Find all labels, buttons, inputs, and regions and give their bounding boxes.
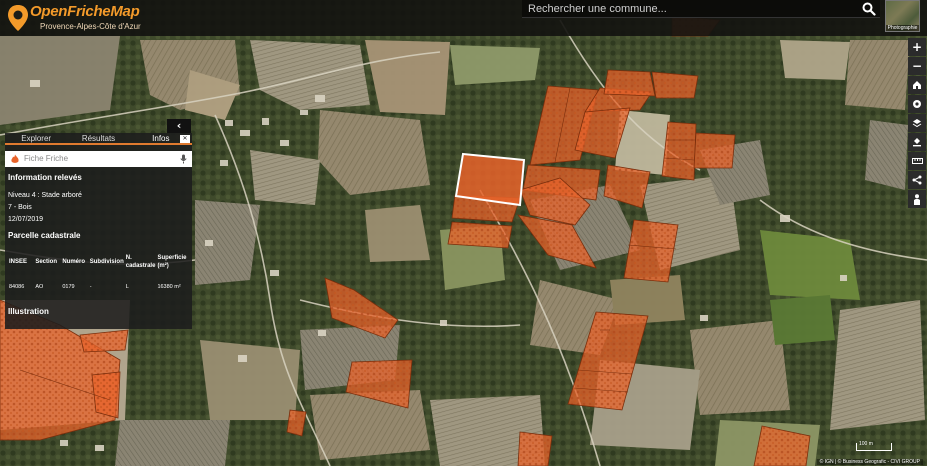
fiche-friche-label: Fiche Friche bbox=[24, 154, 69, 163]
scale-label: 100 m bbox=[859, 441, 873, 447]
street-view-button[interactable] bbox=[908, 190, 926, 208]
commune-search-input[interactable] bbox=[528, 1, 848, 17]
friche-parcel bbox=[661, 121, 697, 181]
cell-superficie: 16380 m² bbox=[157, 283, 181, 290]
col-numero: Numéro bbox=[62, 259, 86, 265]
layers-button[interactable] bbox=[908, 114, 926, 132]
cell-subdivision: - bbox=[89, 283, 92, 290]
col-insee: INSEE bbox=[9, 259, 28, 265]
microphone-icon[interactable] bbox=[180, 154, 187, 164]
friche-parcel bbox=[91, 371, 121, 419]
map-toolbar: + − bbox=[908, 38, 926, 209]
scale-bar: 100 m bbox=[856, 441, 892, 451]
panel-collapse-button[interactable]: ‹ bbox=[167, 119, 191, 133]
parcelle-title: Parcelle cadastrale bbox=[8, 231, 81, 240]
user-icon bbox=[914, 193, 920, 205]
zoom-out-icon: − bbox=[911, 59, 923, 73]
cell-n-cadastrale: L bbox=[125, 283, 129, 290]
friche-parcel bbox=[623, 219, 679, 283]
cell-numero: 0179 bbox=[62, 283, 75, 290]
info-type: 7 - Bois bbox=[8, 204, 32, 211]
app-root: OpenFricheMap Provence-Alpes-Côte d'Azur… bbox=[0, 0, 927, 466]
close-icon[interactable]: ✕ bbox=[180, 135, 190, 143]
bucket-icon bbox=[913, 138, 921, 147]
fire-icon bbox=[11, 154, 19, 163]
home-button[interactable] bbox=[908, 76, 926, 94]
logo-subtitle: Provence-Alpes-Côte d'Azur bbox=[40, 22, 141, 31]
fiche-friche-bar[interactable]: Fiche Friche bbox=[5, 151, 192, 167]
home-icon bbox=[913, 81, 921, 89]
tab-explorer[interactable]: Explorer bbox=[5, 133, 67, 143]
fill-style-button[interactable] bbox=[908, 133, 926, 151]
logo-title: OpenFricheMap bbox=[30, 3, 140, 20]
measure-button[interactable] bbox=[908, 152, 926, 170]
info-date: 12/07/2019 bbox=[8, 216, 44, 223]
app-logo[interactable]: OpenFricheMap Provence-Alpes-Côte d'Azur bbox=[6, 2, 148, 34]
side-panel: Explorer Résultats Infos ✕ Fiche Friche … bbox=[5, 133, 192, 329]
table-row: 84086 AO 0179 - L 16380 m² bbox=[8, 277, 190, 297]
map-attribution: © IGN | © Business Geografic - CIVI GROU… bbox=[816, 459, 923, 465]
illustration-title: Illustration bbox=[8, 307, 49, 316]
map-pin-logo-icon bbox=[8, 5, 28, 31]
ruler-icon bbox=[911, 158, 923, 164]
basemap-label: Photographie bbox=[886, 25, 919, 31]
layers-icon bbox=[912, 119, 922, 128]
info-niveau: Niveau 4 : Stade arboré bbox=[8, 192, 82, 199]
cell-section: AO bbox=[35, 283, 44, 290]
info-releves-title: Information relevés bbox=[8, 173, 82, 182]
col-superficie: Superficie (m²) bbox=[157, 255, 187, 269]
selected-parcel bbox=[454, 152, 526, 207]
cell-insee: 84086 bbox=[9, 283, 25, 290]
share-icon bbox=[912, 175, 922, 185]
zoom-in-button[interactable]: + bbox=[908, 38, 926, 56]
zoom-out-button[interactable]: − bbox=[908, 57, 926, 75]
cadastral-table: INSEE Section Numéro Subdivision N. cada… bbox=[8, 247, 190, 297]
friche-parcel bbox=[693, 132, 736, 169]
table-header-row: INSEE Section Numéro Subdivision N. cada… bbox=[8, 247, 190, 277]
tab-resultats[interactable]: Résultats bbox=[67, 133, 129, 143]
col-n-cadastrale: N. cadastrale bbox=[125, 255, 156, 269]
share-button[interactable] bbox=[908, 171, 926, 189]
friche-parcel bbox=[603, 69, 656, 97]
basemap-switcher[interactable]: Photographie bbox=[885, 0, 920, 32]
commune-search bbox=[522, 0, 880, 18]
locate-button[interactable] bbox=[908, 95, 926, 113]
friche-parcel bbox=[447, 221, 513, 249]
friche-parcel bbox=[517, 431, 553, 466]
panel-tabs: Explorer Résultats Infos ✕ bbox=[5, 133, 192, 145]
zoom-in-icon: + bbox=[911, 40, 923, 54]
col-section: Section bbox=[35, 259, 57, 265]
col-subdivision: Subdivision bbox=[89, 259, 124, 265]
locate-icon bbox=[913, 100, 921, 108]
search-icon[interactable] bbox=[862, 2, 876, 16]
friche-parcel bbox=[651, 71, 699, 99]
